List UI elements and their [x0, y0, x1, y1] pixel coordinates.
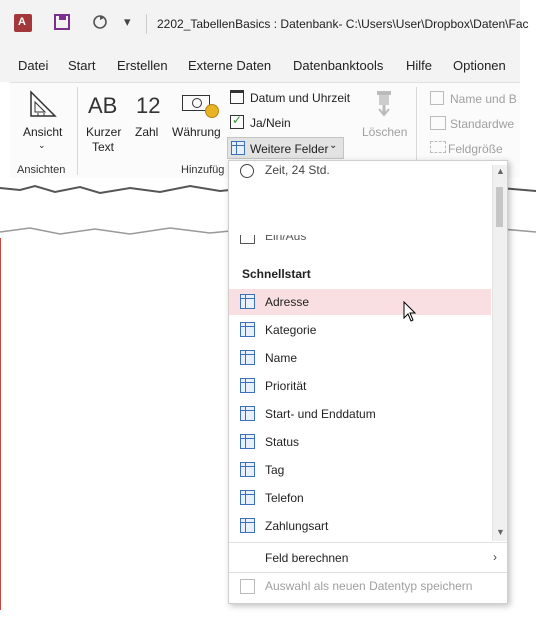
group-label-views: Ansichten: [17, 164, 66, 176]
item-label: Start- und Enddatum: [265, 407, 376, 421]
table-icon: [240, 350, 255, 365]
short-text-button-line2[interactable]: Text: [92, 140, 114, 154]
calc-field-item[interactable]: Feld berechnen ›: [229, 545, 507, 571]
default-value-icon: [430, 116, 446, 130]
item-label: Adresse: [265, 295, 310, 309]
table-icon: [240, 378, 255, 393]
list-item-prioritaet[interactable]: Priorität: [229, 373, 491, 399]
table-icon: [240, 434, 255, 449]
item-label: Zahlungsart: [265, 519, 329, 533]
delete-icon: [374, 89, 394, 117]
menu-divider: [229, 542, 507, 543]
more-fields-label: Weitere Felder: [250, 142, 329, 156]
name-caption-icon: [430, 91, 444, 105]
save-datatype-icon: [240, 579, 255, 594]
group-label-add-delete: Hinzufüg: [181, 164, 225, 176]
item-label: Telefon: [265, 491, 304, 505]
window-border: [0, 238, 1, 610]
item-label: Priorität: [265, 379, 307, 393]
calendar-clock-icon: [230, 90, 244, 104]
group-divider: [77, 87, 78, 175]
scroll-down-icon[interactable]: ▼: [496, 527, 505, 537]
item-label: Auswahl als neuen Datentyp speichern: [265, 579, 473, 593]
scrollbar-thumb[interactable]: [496, 187, 503, 227]
chevron-down-icon: ⌄: [38, 140, 46, 150]
currency-button[interactable]: Währung: [172, 125, 221, 139]
list-item-status[interactable]: Status: [229, 429, 491, 455]
chevron-down-icon: ⌄: [329, 140, 338, 151]
number-button[interactable]: Zahl: [135, 125, 158, 139]
list-item-telefon[interactable]: Telefon: [229, 485, 491, 511]
item-label: Ein/Aus: [265, 235, 307, 243]
item-label: Name: [265, 351, 298, 365]
ribbon-tabs: Datei Start Erstellen Externe Daten Date…: [0, 50, 520, 82]
table-icon: [240, 322, 255, 337]
more-fields-button[interactable]: Weitere Felder ⌄: [227, 137, 344, 159]
currency-icon: [182, 95, 219, 118]
table-icon: [240, 490, 255, 505]
clock-icon: [240, 164, 254, 178]
list-item-start-enddatum[interactable]: Start- und Enddatum: [229, 401, 491, 427]
item-label: Feld berechnen: [265, 551, 349, 565]
number-icon: 12: [136, 93, 161, 118]
title-separator: [146, 14, 147, 34]
checkbox-icon: [240, 235, 255, 244]
tab-datei[interactable]: Datei: [18, 58, 48, 73]
more-fields-dropdown: Zeit, 24 Std. Ein/Aus Schnellstart Adres…: [228, 160, 508, 604]
field-size-button[interactable]: Feldgröße: [448, 142, 503, 156]
window-title: 2202_TabellenBasics : Datenbank- C:\User…: [157, 17, 529, 31]
scroll-up-icon[interactable]: ▲: [496, 166, 505, 176]
item-label: Zeit, 24 Std.: [265, 163, 330, 177]
list-item-on-off[interactable]: Ein/Aus: [229, 235, 491, 253]
item-label: Kategorie: [265, 323, 317, 337]
list-item-name[interactable]: Name: [229, 345, 491, 371]
short-text-button-line1[interactable]: Kurzer: [86, 125, 121, 139]
access-app-icon[interactable]: A: [14, 14, 32, 32]
section-header-quickstart: Schnellstart: [242, 267, 311, 281]
table-icon: [240, 518, 255, 533]
short-text-icon: AB: [88, 93, 118, 118]
table-icon: [231, 141, 245, 155]
tab-externe-daten[interactable]: Externe Daten: [188, 58, 271, 73]
undo-icon[interactable]: [92, 14, 108, 30]
field-size-icon: [430, 141, 446, 153]
dropdown-scrollbar[interactable]: ▲ ▼: [492, 165, 507, 541]
view-button[interactable]: Ansicht: [23, 125, 62, 139]
yes-no-button[interactable]: Ja/Nein: [250, 116, 291, 130]
title-bar: A ▾ 2202_TabellenBasics : Datenbank- C:\…: [0, 0, 529, 50]
item-label: Tag: [265, 463, 285, 477]
chevron-right-icon: ›: [493, 550, 497, 564]
name-caption-button[interactable]: Name und B: [450, 92, 517, 106]
item-label: Status: [265, 435, 300, 449]
view-icon: [28, 89, 58, 122]
list-item-zahlungsart[interactable]: Zahlungsart: [229, 513, 491, 539]
list-item-tag[interactable]: Tag: [229, 457, 491, 483]
list-item-time-24[interactable]: Zeit, 24 Std.: [229, 161, 491, 187]
default-value-button[interactable]: Standardwe: [450, 117, 514, 131]
list-item-kategorie[interactable]: Kategorie: [229, 317, 491, 343]
table-icon: [240, 462, 255, 477]
list-item-adresse[interactable]: Adresse: [229, 289, 491, 315]
checkbox-icon: ✓: [230, 113, 244, 129]
delete-button[interactable]: Löschen: [362, 125, 407, 139]
tab-datenbanktools[interactable]: Datenbanktools: [293, 58, 383, 73]
customize-quick-access-icon[interactable]: ▾: [124, 14, 131, 30]
tab-hilfe[interactable]: Hilfe: [406, 58, 432, 73]
table-icon: [240, 294, 255, 309]
tab-optionen[interactable]: Optionen: [453, 58, 506, 73]
save-icon[interactable]: [54, 14, 70, 30]
save-as-datatype-item[interactable]: Auswahl als neuen Datentyp speichern: [229, 573, 507, 599]
date-time-button[interactable]: Datum und Uhrzeit: [250, 91, 350, 105]
table-icon: [240, 406, 255, 421]
tab-erstellen[interactable]: Erstellen: [117, 58, 168, 73]
mouse-cursor-icon: [403, 301, 417, 322]
tab-start[interactable]: Start: [68, 58, 95, 73]
